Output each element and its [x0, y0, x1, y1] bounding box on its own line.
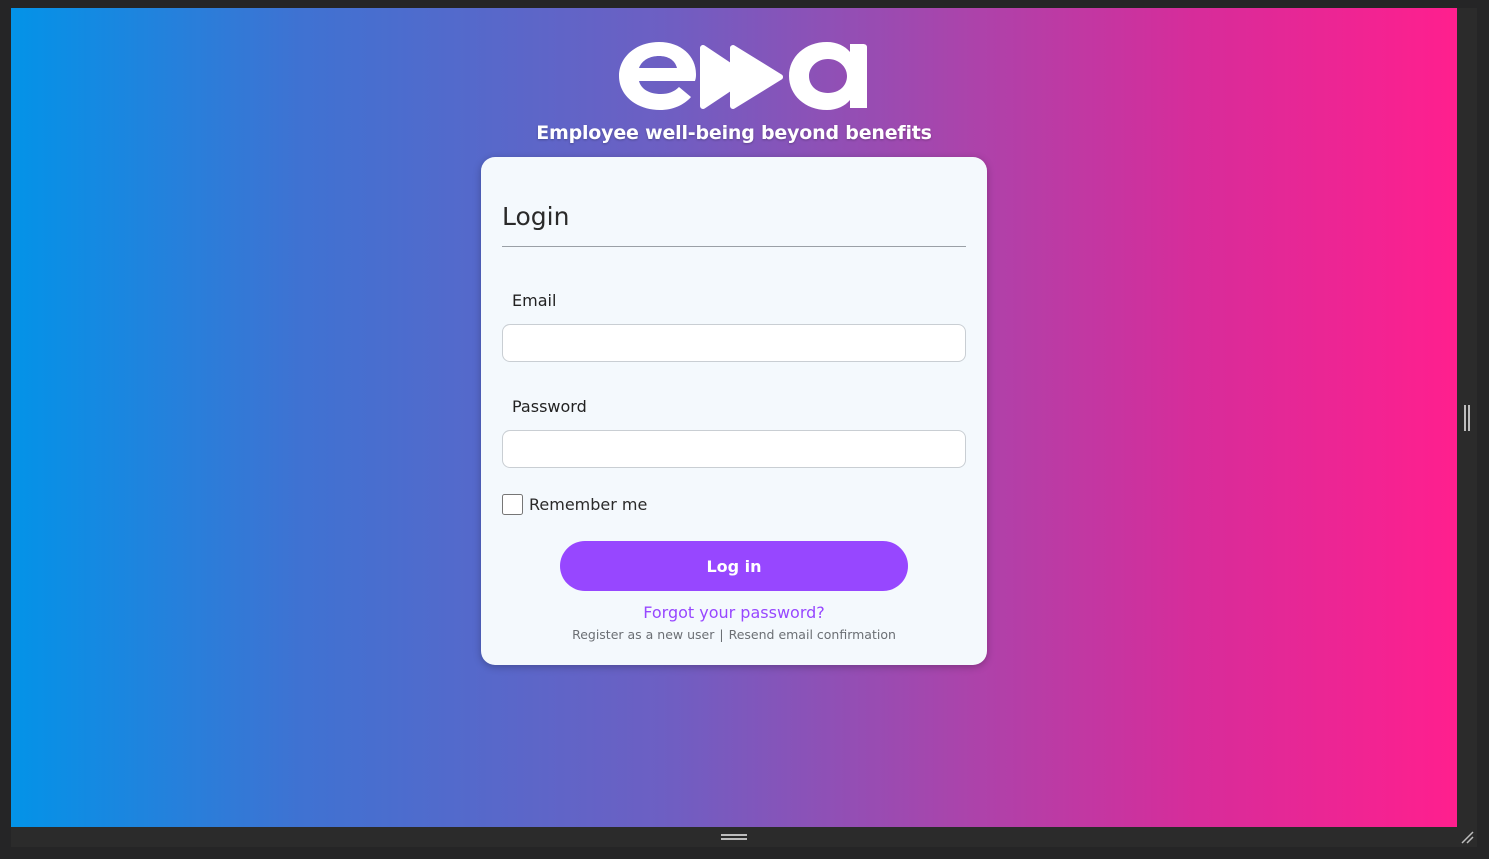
resize-grip-icon[interactable] [1459, 829, 1475, 845]
login-title: Login [502, 202, 570, 231]
brand-tagline: Employee well-being beyond benefits [536, 122, 932, 144]
login-card: Login Email Password Remember me Log in … [481, 157, 987, 665]
register-link[interactable]: Register as a new user [572, 627, 714, 642]
email-label: Email [512, 291, 557, 310]
secondary-links: Register as a new user | Resend email conf… [481, 627, 987, 642]
resend-confirmation-link[interactable]: Resend email confirmation [729, 627, 896, 642]
remember-me-label[interactable]: Remember me [529, 495, 647, 514]
email-field[interactable] [502, 324, 966, 362]
remember-me-row: Remember me [502, 494, 647, 515]
login-button[interactable]: Log in [560, 541, 908, 591]
password-field[interactable] [502, 430, 966, 468]
password-label: Password [512, 397, 587, 416]
splitter-handle-icon[interactable] [721, 834, 747, 840]
forgot-password-link[interactable]: Forgot your password? [481, 603, 987, 622]
app-viewport: Employee well-being beyond benefits Logi… [11, 8, 1457, 827]
title-divider [502, 246, 966, 247]
splitter-handle-icon[interactable] [1464, 405, 1470, 431]
ewa-logo [619, 42, 867, 110]
link-separator: | [719, 627, 724, 642]
remember-me-checkbox[interactable] [502, 494, 523, 515]
